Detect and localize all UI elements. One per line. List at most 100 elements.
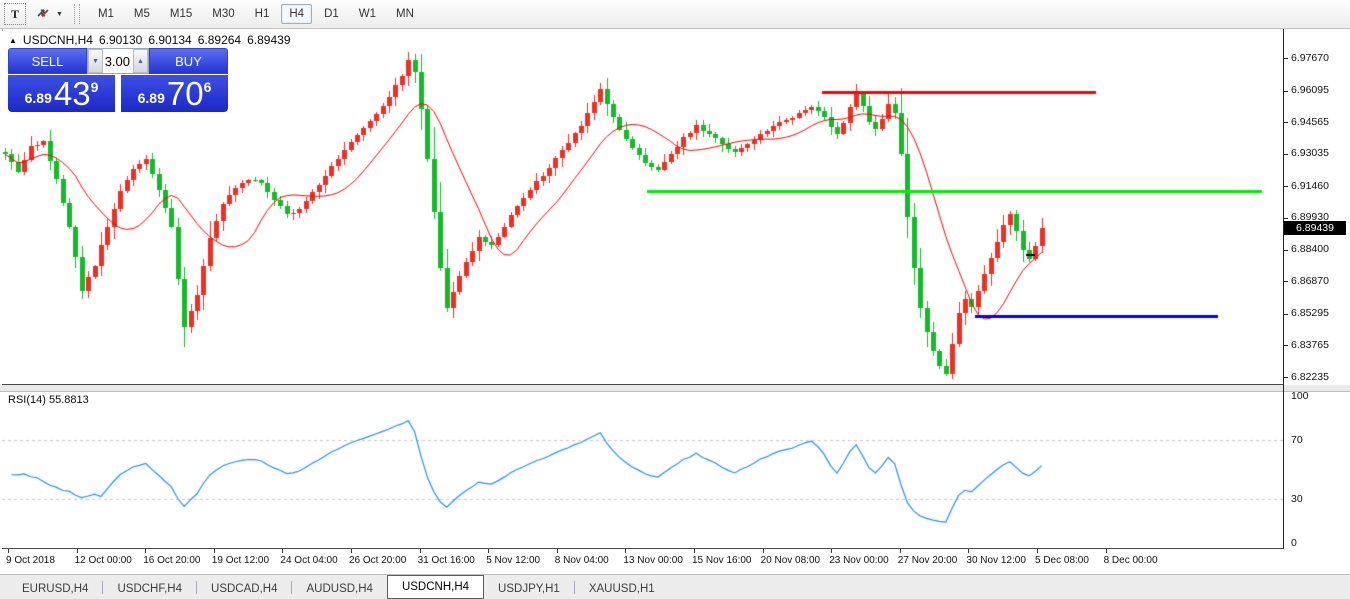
- price-axis-label: 6.94565: [1291, 116, 1329, 128]
- rsi-axis-label: 30: [1291, 493, 1303, 505]
- price-tick: [1284, 122, 1288, 123]
- rsi-chart-canvas[interactable]: [2, 392, 1283, 548]
- time-tick: [282, 549, 283, 553]
- time-axis-label: 23 Nov 00:00: [829, 555, 889, 566]
- bid-sup: 9: [91, 79, 99, 95]
- price-tick: [1284, 218, 1288, 219]
- sell-button[interactable]: SELL: [8, 48, 87, 74]
- time-axis-label: 8 Nov 04:00: [555, 555, 609, 566]
- time-tick: [1037, 549, 1038, 553]
- chart-tab-usdcad[interactable]: USDCAD,H4: [197, 579, 291, 599]
- timeframe-button-w1[interactable]: W1: [351, 4, 384, 24]
- price-axis-label: 6.86870: [1291, 275, 1329, 287]
- time-axis-label: 27 Nov 20:00: [898, 555, 958, 566]
- rsi-axis-label: 0: [1291, 537, 1297, 549]
- current-price-badge: 6.89439: [1284, 221, 1346, 235]
- time-axis-label: 31 Oct 16:00: [418, 555, 475, 566]
- volume-value[interactable]: 3.00: [103, 49, 133, 73]
- chart-tab-bar: EURUSD,H4USDCHF,H4USDCAD,H4AUDUSD,H4USDC…: [0, 574, 1350, 599]
- time-tick: [557, 549, 558, 553]
- time-tick: [900, 549, 901, 553]
- price-tick: [1284, 58, 1288, 59]
- timeframe-button-d1[interactable]: D1: [316, 4, 347, 24]
- chart-tab-eurusd[interactable]: EURUSD,H4: [8, 579, 102, 599]
- chart-tab-audusd[interactable]: AUDUSD,H4: [292, 579, 386, 599]
- price-axis-label: 6.91460: [1291, 180, 1329, 192]
- price-tick: [1284, 186, 1288, 187]
- price-axis-label: 6.97670: [1291, 52, 1329, 64]
- time-axis-label: 5 Dec 08:00: [1035, 555, 1089, 566]
- volume-decrease-button[interactable]: ▼: [88, 49, 103, 73]
- toolbar-grip: [74, 4, 80, 24]
- time-tick: [77, 549, 78, 553]
- timeframe-button-m30[interactable]: M30: [204, 4, 242, 24]
- timeframe-button-m1[interactable]: M1: [90, 4, 122, 24]
- time-tick: [420, 549, 421, 553]
- time-tick: [214, 549, 215, 553]
- price-axis-label: 6.82235: [1291, 371, 1329, 383]
- timeframe-button-m15[interactable]: M15: [162, 4, 200, 24]
- time-axis-label: 20 Nov 08:00: [761, 555, 821, 566]
- chart-symbol: USDCNH,H4: [23, 33, 93, 47]
- timeframe-button-h1[interactable]: H1: [247, 4, 278, 24]
- one-click-trading-panel: SELL ▼ 3.00 ▲ BUY 6.89 43 9 6.89 70 6: [8, 48, 228, 112]
- timeframe-button-m5[interactable]: M5: [126, 4, 158, 24]
- collapse-panel-icon[interactable]: ▲: [9, 36, 17, 45]
- price-tick: [1284, 250, 1288, 251]
- timeframe-bar: M1M5M15M30H1H4D1W1MN: [88, 4, 424, 24]
- price-axis-label: 6.83765: [1291, 339, 1329, 351]
- time-axis-label: 15 Nov 16:00: [692, 555, 752, 566]
- time-tick: [8, 549, 9, 553]
- time-axis-label: 24 Oct 04:00: [280, 555, 337, 566]
- time-tick: [1106, 549, 1107, 553]
- time-axis: 9 Oct 2018 12 Oct 00:00 16 Oct 20:00 19 Oct…: [2, 549, 1350, 573]
- time-tick: [488, 549, 489, 553]
- volume-increase-button[interactable]: ▲: [133, 49, 148, 73]
- timeframe-button-mn[interactable]: MN: [388, 4, 422, 24]
- time-axis-label: 16 Oct 20:00: [143, 555, 200, 566]
- bid-big: 43: [54, 79, 91, 109]
- text-tool-button[interactable]: T: [4, 3, 26, 25]
- time-tick: [351, 549, 352, 553]
- time-tick: [625, 549, 626, 553]
- ohlc-high: 6.90134: [148, 33, 191, 47]
- price-tick: [1284, 345, 1288, 346]
- buy-button[interactable]: BUY: [149, 48, 228, 74]
- ask-price-panel[interactable]: 6.89 70 6: [121, 75, 228, 112]
- chart-tab-usdjpy[interactable]: USDJPY,H1: [484, 579, 574, 599]
- time-axis-label: 19 Oct 12:00: [212, 555, 269, 566]
- time-axis-label: 26 Oct 20:00: [349, 555, 406, 566]
- price-tick: [1284, 281, 1288, 282]
- time-axis-label: 13 Nov 00:00: [623, 555, 683, 566]
- ohlc-open: 6.90130: [99, 33, 142, 47]
- chart-tab-usdchf[interactable]: USDCHF,H4: [103, 579, 196, 599]
- timeframe-button-h4[interactable]: H4: [281, 4, 312, 24]
- time-tick: [763, 549, 764, 553]
- time-tick: [145, 549, 146, 553]
- arrows-tool-button[interactable]: ▼: [35, 4, 63, 24]
- ask-prefix: 6.89: [138, 90, 165, 106]
- volume-box: ▼ 3.00 ▲: [87, 48, 149, 74]
- ask-sup: 6: [204, 79, 212, 95]
- price-axis-label: 6.88400: [1291, 243, 1329, 255]
- ohlc-close: 6.89439: [247, 33, 290, 47]
- time-axis-label: 12 Oct 00:00: [75, 555, 132, 566]
- ohlc-low: 6.89264: [198, 33, 241, 47]
- pane-splitter[interactable]: [0, 385, 1350, 392]
- time-axis-label: 8 Dec 00:00: [1104, 555, 1158, 566]
- price-tick: [1284, 91, 1288, 92]
- top-toolbar: T ▼ M1M5M15M30H1H4D1W1MN: [0, 0, 1350, 29]
- time-tick: [694, 549, 695, 553]
- chart-tab-xauusd[interactable]: XAUUSD,H1: [575, 579, 669, 599]
- rsi-axis-label: 70: [1291, 434, 1303, 446]
- time-axis-label: 9 Oct 2018: [6, 555, 55, 566]
- rsi-axis-label: 100: [1291, 390, 1309, 402]
- rsi-indicator-label: RSI(14) 55.8813: [8, 394, 89, 406]
- bid-price-panel[interactable]: 6.89 43 9: [8, 75, 115, 112]
- time-axis-label: 30 Nov 12:00: [966, 555, 1026, 566]
- price-axis-line: [1283, 29, 1284, 548]
- chart-title: ▲ USDCNH,H4 6.90130 6.90134 6.89264 6.89…: [9, 33, 291, 47]
- chevron-down-icon: ▼: [56, 11, 63, 18]
- time-axis-label: 5 Nov 12:00: [486, 555, 540, 566]
- chart-tab-usdcnh[interactable]: USDCNH,H4: [387, 575, 484, 599]
